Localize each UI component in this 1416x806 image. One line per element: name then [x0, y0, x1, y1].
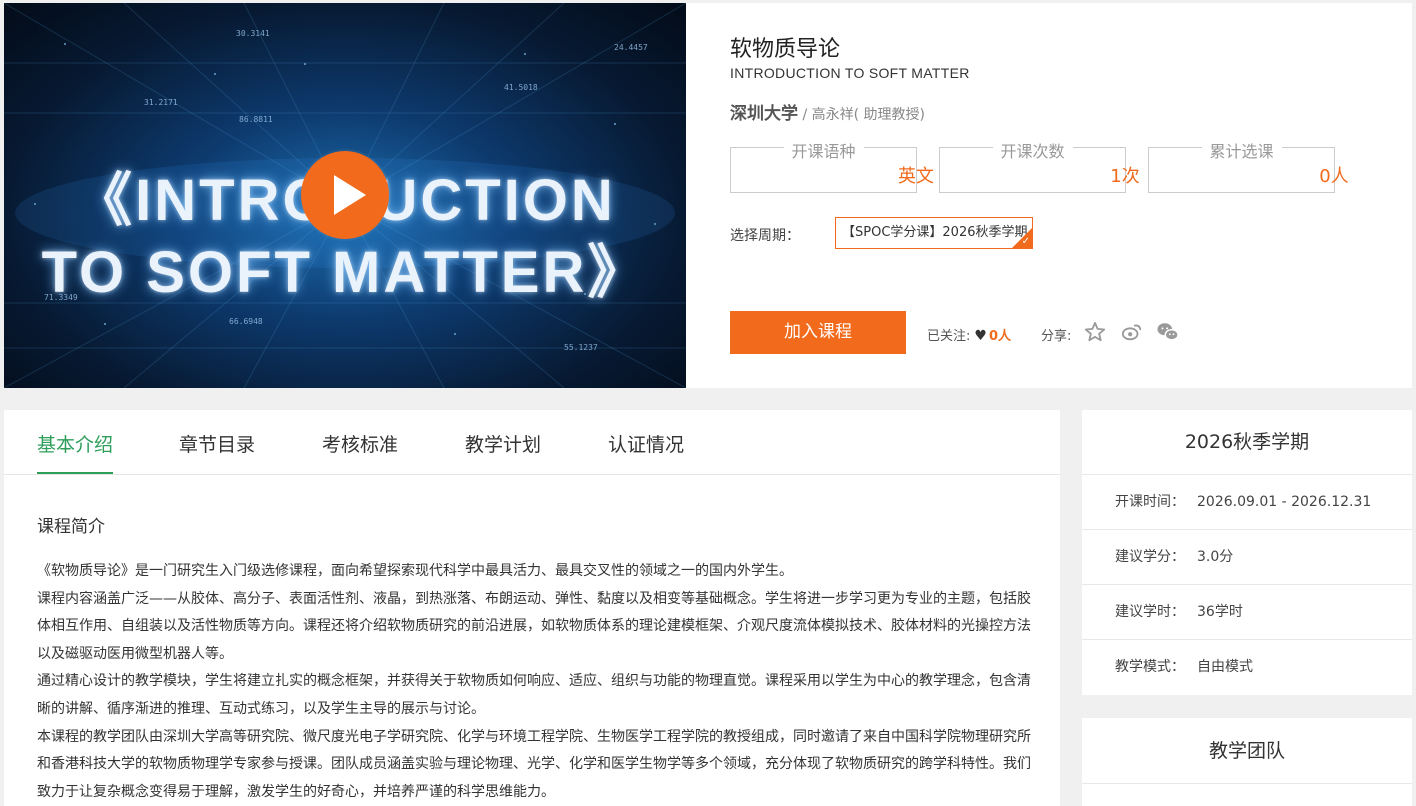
- term-title: 2026秋季学期: [1082, 410, 1412, 475]
- row-key: 教学模式：: [1115, 659, 1185, 675]
- tab-teaching-plan[interactable]: 教学计划: [465, 430, 541, 457]
- course-info: 软物质导论 INTRODUCTION TO SOFT MATTER 深圳大学 /…: [730, 3, 1400, 388]
- tab-assessment[interactable]: 考核标准: [322, 430, 398, 457]
- school-teacher-row: 深圳大学 / 高永祥( 助理教授): [730, 99, 925, 124]
- stat-label: 开课次数: [992, 138, 1073, 162]
- stat-language: 开课语种 英文: [730, 138, 934, 193]
- section-title: 课程简介: [37, 517, 105, 537]
- stat-label: 开课语种: [783, 138, 864, 162]
- stat-value: 0人: [1319, 166, 1349, 187]
- tab-label: 基本介绍: [37, 434, 114, 456]
- video-number: 41.5018: [504, 83, 538, 92]
- course-detail-panel: 基本介绍 章节目录 考核标准 教学计划 认证情况 课程简介 《软物质导论》是一门…: [4, 410, 1060, 806]
- video-number: 24.4457: [614, 43, 648, 52]
- term-row-hours: 建议学时： 36学时: [1082, 585, 1412, 640]
- row-key: 建议学时：: [1115, 604, 1185, 620]
- qzone-star-icon[interactable]: [1083, 321, 1107, 345]
- video-number: 66.6948: [229, 317, 263, 326]
- term-row-mode: 教学模式： 自由模式: [1082, 640, 1412, 695]
- term-row-dates: 开课时间： 2026.09.01 - 2026.12.31: [1082, 475, 1412, 530]
- weibo-icon[interactable]: [1120, 321, 1144, 345]
- row-key: 建议学分：: [1115, 549, 1185, 565]
- follow-count: 0人: [988, 329, 1011, 344]
- term-info-card: 2026秋季学期 开课时间： 2026.09.01 - 2026.12.31 建议…: [1082, 410, 1412, 695]
- period-option[interactable]: 【SPOC学分课】2026秋季学期 ✓: [835, 217, 1033, 249]
- course-title: 软物质导论: [730, 37, 841, 62]
- description-paragraph: 课程内容涵盖广泛——从胶体、高分子、表面活性剂、液晶，到热涨落、布朗运动、弹性、…: [37, 590, 1031, 662]
- share-label: 分享:: [1041, 329, 1072, 344]
- wechat-icon[interactable]: [1156, 321, 1180, 345]
- row-key: 开课时间：: [1115, 494, 1185, 510]
- row-value: 3.0分: [1197, 549, 1234, 565]
- stat-sessions: 开课次数 1次: [939, 138, 1140, 193]
- period-option-label: 【SPOC学分课】2026秋季学期: [842, 225, 1028, 240]
- description-paragraph: 通过精心设计的教学模块，学生将建立扎实的概念框架，并获得关于软物质如何响应、适应…: [37, 673, 1031, 717]
- tab-certification[interactable]: 认证情况: [608, 430, 684, 457]
- course-header: 30.3141 31.2171 86.8811 66.6948 41.5018 …: [4, 3, 1412, 388]
- check-icon: ✓: [1021, 236, 1030, 247]
- active-tab-underline: [37, 472, 114, 474]
- play-button[interactable]: [301, 151, 389, 239]
- course-video-player[interactable]: 30.3141 31.2171 86.8811 66.6948 41.5018 …: [4, 3, 686, 388]
- row-value: 自由模式: [1197, 659, 1253, 675]
- follow-status: 已关注: ♥ 0人: [927, 325, 1011, 344]
- play-icon: [334, 175, 366, 215]
- tab-basic-intro[interactable]: 基本介绍: [37, 430, 114, 474]
- school-name[interactable]: 深圳大学: [730, 104, 798, 124]
- teacher-name[interactable]: 高永祥( 助理教授): [812, 107, 925, 123]
- video-number: 30.3141: [236, 29, 270, 38]
- heart-icon[interactable]: ♥: [974, 328, 987, 344]
- period-label: 选择周期：: [730, 228, 800, 244]
- video-number: 86.8811: [239, 115, 273, 124]
- term-row-credits: 建议学分： 3.0分: [1082, 530, 1412, 585]
- follow-label: 已关注:: [927, 329, 971, 344]
- join-course-button[interactable]: 加入课程: [730, 311, 906, 354]
- stat-label: 累计选课: [1201, 138, 1282, 162]
- team-title: 教学团队: [1082, 718, 1412, 784]
- row-value: 36学时: [1197, 604, 1243, 620]
- description-paragraph: 本课程的教学团队由深圳大学高等研究院、微尺度光电子学研究院、化学与环境工程学院、…: [37, 728, 1031, 800]
- tab-bar: 基本介绍 章节目录 考核标准 教学计划 认证情况: [4, 410, 1060, 475]
- row-value: 2026.09.01 - 2026.12.31: [1197, 494, 1372, 510]
- course-description: 《软物质导论》是一门研究生入门级选修课程，面向希望探索现代科学中最具活力、最具交…: [37, 558, 1032, 806]
- video-number: 31.2171: [144, 98, 178, 107]
- course-subtitle: INTRODUCTION TO SOFT MATTER: [730, 65, 970, 81]
- separator: /: [802, 107, 808, 123]
- video-number: 55.1237: [564, 343, 598, 352]
- teaching-team-card: 教学团队: [1082, 718, 1412, 806]
- description-paragraph: 《软物质导论》是一门研究生入门级选修课程，面向希望探索现代科学中最具活力、最具交…: [37, 563, 793, 579]
- stat-enrollment: 累计选课 0人: [1148, 138, 1349, 193]
- tab-chapters[interactable]: 章节目录: [179, 430, 255, 457]
